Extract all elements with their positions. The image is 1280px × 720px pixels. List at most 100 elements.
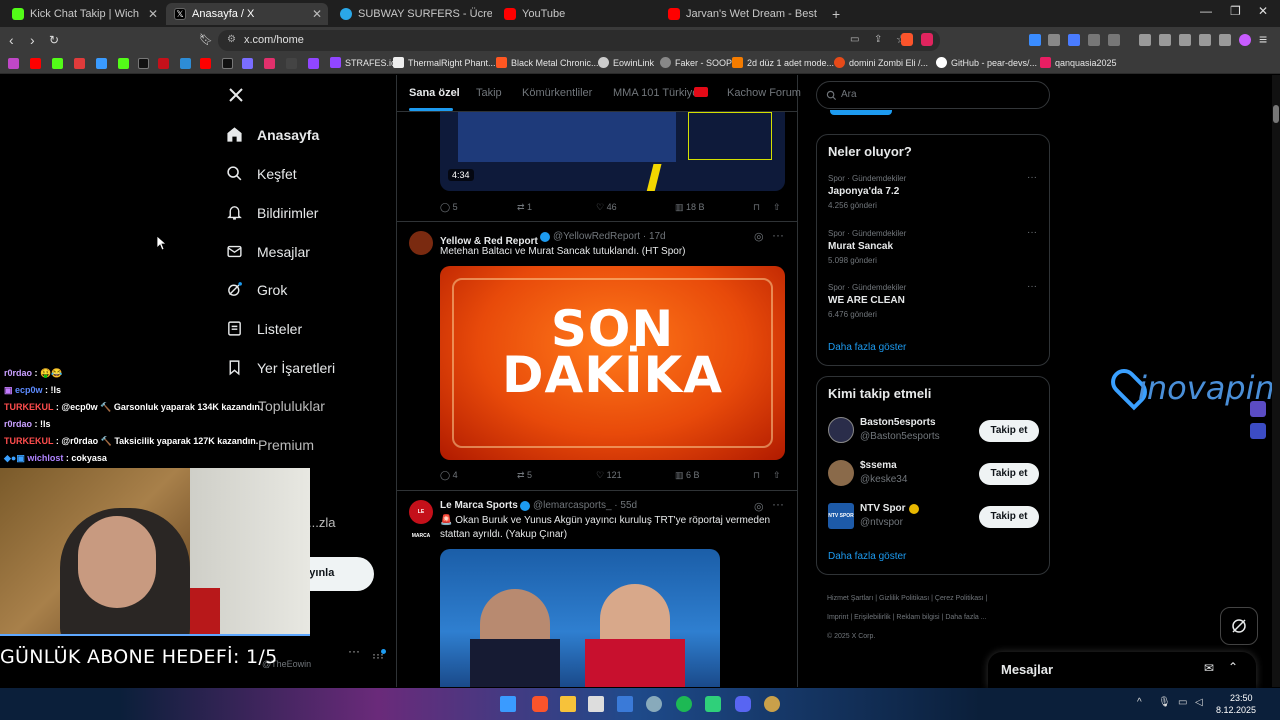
close-window-icon[interactable]: ✕ [1258,4,1268,18]
bookmark-faker-soop[interactable]: Faker - SOOP [660,57,732,68]
nav-lists[interactable]: Listeler [226,320,302,337]
tab-subway-surfers[interactable]: SUBWAY SURFERS - Ücretsiz Online C [332,3,492,25]
extension-icon[interactable] [1108,34,1120,46]
tab-x-home[interactable]: 𝕏 Anasayfa / X ✕ [166,3,328,25]
tab-komurkentliler[interactable]: Kömürkentliler [522,87,592,99]
share-icon[interactable]: ⇧ [773,202,781,213]
bookmark-icon[interactable] [96,58,107,69]
app-icon[interactable] [588,696,604,712]
footer-link[interactable]: Imprint [827,614,848,621]
more-icon[interactable]: ··· [1027,172,1037,183]
bookmark-icon[interactable]: ⊓ [753,470,760,481]
trend-item[interactable]: Spor · Gündemdekiler Murat Sancak 5.098 … [817,225,1049,277]
brave-icon[interactable] [532,696,548,712]
nav-messages[interactable]: Mesajlar [226,243,310,260]
grok-button[interactable] [1220,607,1258,645]
follow-suggestion[interactable]: NTV SPOR NTV Spor @ntvspor Takip et [817,499,1049,539]
repost-button[interactable]: ⇄ 5 [517,470,532,481]
app-icon[interactable] [646,696,662,712]
tab-mma-101[interactable]: MMA 101 Türkiye [613,87,698,99]
follow-suggestion[interactable]: $ssema @keske34 Takip et [817,456,1049,496]
back-icon[interactable]: ‹ [9,32,14,48]
leo-icon[interactable] [1199,34,1211,46]
volume-icon[interactable]: ◁ [1195,697,1203,708]
extension-icon[interactable] [1048,34,1060,46]
tab-kick-chat[interactable]: Kick Chat Takip | Wich ✕ [4,3,164,25]
extensions-puzzle-icon[interactable] [1088,34,1100,46]
bookmark-github[interactable]: GitHub - pear-devs/... [936,57,1037,68]
nav-home[interactable]: Anasayfa [226,126,319,143]
bookmark-icon[interactable] [242,58,253,69]
bookmark-icon[interactable]: ⊓ [753,202,760,213]
messages-drawer[interactable]: Mesajlar ✉ ⌃ [988,652,1256,688]
follow-suggestion[interactable]: Baston5esports @Baston5esports Takip et [817,413,1049,453]
views-button[interactable]: ▥ 6 B [675,470,700,481]
like-button[interactable]: ♡ 121 [596,470,622,481]
spotify-icon[interactable] [676,696,692,712]
new-message-icon[interactable]: ✉ [1204,661,1214,675]
extension-icon[interactable] [1068,34,1080,46]
nav-bookmarks[interactable]: Yer İşaretleri [226,359,335,376]
app-icon[interactable] [705,696,721,712]
grok-icon[interactable]: ◎ [754,230,764,243]
post-video[interactable]: 4:34 [440,112,785,191]
media-icon[interactable] [1139,34,1151,46]
nav-notifications[interactable]: Bildirimler [226,204,318,221]
post-image[interactable]: SON DAKİKA [440,266,785,460]
clock-date[interactable]: 8.12.2025 [1216,705,1256,715]
nav-grok[interactable]: Grok [226,281,287,298]
sidebar-icon[interactable] [1159,34,1171,46]
share-icon[interactable]: ⇧ [773,470,781,481]
tab-kachow-forum[interactable]: Kachow Forum [727,87,801,99]
app-icon[interactable] [617,696,633,712]
views-button[interactable]: ▥ 18 B [675,202,705,213]
post-image[interactable] [440,549,720,687]
network-icon[interactable]: ▭ [1178,697,1187,708]
chevron-up-icon[interactable]: ^ [1137,697,1142,708]
menu-icon[interactable]: ≡ [1259,31,1267,47]
footer-link[interactable]: Hizmet Şartları [827,595,873,602]
vpn-icon[interactable] [1219,34,1231,46]
twitch-icon[interactable] [308,58,319,69]
more-icon[interactable]: ··· [772,228,784,242]
close-icon[interactable]: ✕ [148,7,158,21]
bookmark-qanquasia[interactable]: qanquasia2025 [1040,57,1117,68]
bookmark-black-metal[interactable]: Black Metal Chronic... [496,57,599,68]
trend-item[interactable]: Spor · Gündemdekiler Japonya'da 7.2 4.25… [817,170,1049,222]
share-icon[interactable]: ⇪ [874,34,882,45]
bookmark-icon[interactable] [180,58,191,69]
footer-link[interactable]: Reklam bilgisi [896,614,939,621]
forward-icon[interactable]: › [30,32,35,48]
more-icon[interactable]: ··· [1027,227,1037,238]
discord-icon[interactable] [735,696,751,712]
chevron-up-icon[interactable]: ⌃ [1228,660,1238,674]
tab-for-you[interactable]: Sana özel [409,87,460,99]
nav-explore[interactable]: Keşfet [226,165,297,182]
bookmark-thermalright[interactable]: ThermalRight Phant... [393,57,496,68]
bookmark-icon[interactable] [118,58,129,69]
tab-following[interactable]: Takip [476,87,502,99]
tiktok-icon[interactable] [138,58,149,69]
show-more-link[interactable]: Daha fazla göster [828,342,906,353]
youtube-icon[interactable] [200,58,211,69]
translate-icon[interactable] [1250,423,1266,439]
cast-icon[interactable]: ▭ [850,34,859,45]
more-icon[interactable]: ··· [1027,281,1037,292]
like-button[interactable]: ♡ 46 [596,202,617,213]
bookmark-2d[interactable]: 2d düz 1 adet mode... [732,57,834,68]
profile-icon[interactable] [1239,34,1251,46]
extension-float-icon[interactable] [1250,401,1266,417]
bookmark-icon[interactable]: 🔖︎ [199,33,213,46]
new-tab-button[interactable]: + [824,3,844,25]
repost-button[interactable]: ⇄ 1 [517,202,532,213]
extension-icon[interactable] [1029,34,1041,46]
windows-start-icon[interactable] [500,696,516,712]
brave-rewards-icon[interactable] [921,33,933,46]
avatar[interactable]: LE MARCA [409,500,433,539]
clock-time[interactable]: 23:50 [1230,693,1253,703]
search-input[interactable]: Ara [816,81,1050,109]
reply-button[interactable]: ◯ 5 [440,202,458,213]
kick-icon[interactable] [52,58,63,69]
brave-shield-icon[interactable] [901,33,913,46]
bookmark-strafes[interactable]: STRAFES.io [330,57,396,68]
